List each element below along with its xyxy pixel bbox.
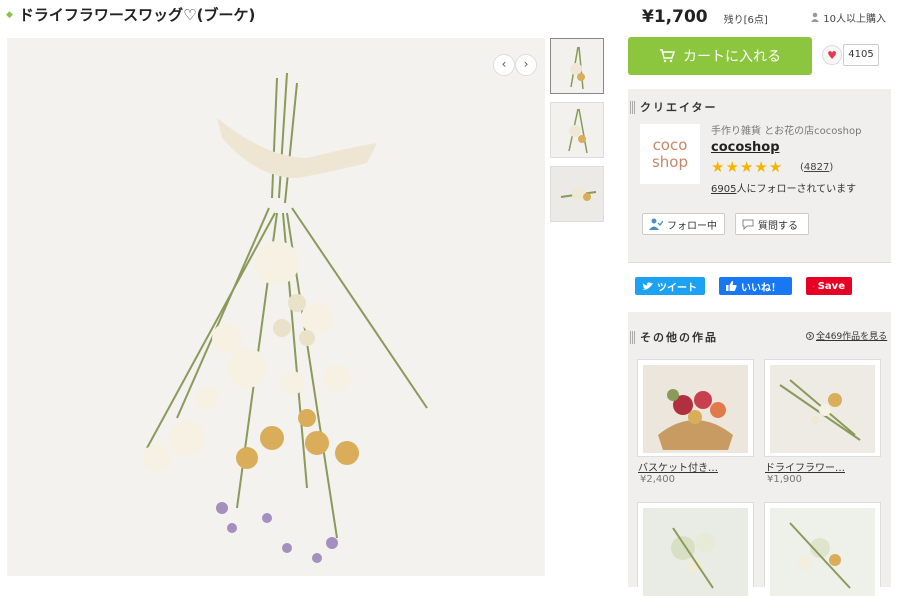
next-image-button[interactable]: ›	[515, 54, 537, 76]
work-price: ¥1,900	[767, 474, 802, 485]
work-title[interactable]: バスケット付き…	[638, 459, 718, 474]
thumbnail-3[interactable]	[550, 166, 604, 222]
cart-icon	[660, 49, 675, 63]
work-image	[770, 365, 875, 453]
arrow-circle-icon	[806, 331, 814, 340]
add-to-cart-button[interactable]: カートに入れる	[628, 37, 812, 75]
see-all-label: 全469作品を見る	[816, 332, 888, 342]
product-price: ¥1,700	[642, 7, 708, 27]
creator-section-header: クリエイター	[630, 99, 718, 115]
thumbnail-1[interactable]	[550, 38, 604, 94]
tweet-button[interactable]: ツイート	[635, 277, 705, 295]
tweet-label: ツイート	[657, 282, 697, 294]
main-product-photo[interactable]	[7, 38, 545, 576]
shop-logo-line2: shop	[651, 153, 689, 171]
follower-info: 6905人にフォローされています	[711, 180, 856, 195]
thumbs-up-icon	[726, 281, 737, 291]
work-image	[643, 508, 748, 596]
work-price: ¥2,400	[640, 474, 675, 485]
save-label: Save	[817, 280, 845, 292]
thumbnail-image	[551, 103, 603, 157]
shop-logo-line1: coco	[652, 136, 688, 154]
favorite-count: 4105	[843, 44, 879, 66]
speech-bubble-icon	[742, 219, 754, 230]
thumbnail-list	[550, 38, 606, 230]
product-title-row: ◆ ドライフラワースワッグ♡(ブーケ)	[6, 4, 255, 25]
thumbnail-2[interactable]	[550, 102, 604, 158]
pinterest-save-button[interactable]: P Save	[806, 277, 852, 295]
shop-name-link[interactable]: cocoshop	[711, 140, 780, 155]
shop-subtitle: 手作り雑貨 とお花の店cocoshop	[711, 126, 862, 137]
like-label: いいね！	[741, 282, 781, 294]
follow-button[interactable]: フォロー中	[642, 213, 725, 235]
ask-question-label: 質問する	[758, 220, 798, 232]
heart-icon: ♥	[827, 48, 837, 62]
review-count[interactable]: (4827)	[800, 162, 833, 173]
work-card[interactable]	[764, 502, 881, 596]
shop-logo[interactable]: coco shop	[640, 124, 700, 184]
thumbnail-image	[551, 167, 603, 221]
favorite-button[interactable]: ♥	[822, 45, 842, 65]
prev-image-button[interactable]: ‹	[493, 54, 515, 76]
flower-bouquet-image	[7, 38, 545, 576]
purchase-count: 10人以上購入	[810, 10, 886, 25]
rating-stars: ★★★★★	[711, 158, 784, 176]
review-paren-close: )	[829, 162, 834, 173]
chevron-right-icon: ›	[523, 57, 529, 71]
price-row: ¥1,700 残り[6点] 10人以上購入	[628, 4, 892, 30]
follow-label: フォロー中	[667, 220, 717, 232]
see-all-works-link[interactable]: 全469作品を見る	[806, 329, 887, 342]
twitter-bird-icon	[642, 281, 653, 290]
other-works-title: その他の作品	[640, 331, 718, 344]
stock-remaining: 残り[6点]	[723, 15, 768, 26]
follower-count-link[interactable]: 6905	[711, 184, 736, 195]
product-title: ドライフラワースワッグ♡(ブーケ)	[18, 6, 256, 24]
creator-section-title: クリエイター	[640, 101, 718, 114]
work-card[interactable]	[637, 502, 754, 596]
work-card[interactable]	[637, 359, 754, 457]
work-image	[770, 508, 875, 596]
diamond-icon: ◆	[6, 9, 13, 20]
thumbnail-image	[551, 39, 603, 93]
add-to-cart-label: カートに入れる	[683, 49, 781, 65]
person-check-icon	[649, 218, 663, 230]
section-bar-icon	[630, 330, 635, 344]
person-icon	[811, 12, 820, 22]
section-bar-icon	[630, 100, 635, 114]
divider	[628, 262, 891, 263]
pinterest-icon: P	[813, 285, 814, 287]
ask-question-button[interactable]: 質問する	[735, 213, 809, 235]
work-card[interactable]	[764, 359, 881, 457]
chevron-left-icon: ‹	[501, 57, 507, 71]
follower-suffix: 人にフォローされています	[736, 184, 857, 195]
purchase-count-text: 10人以上購入	[823, 13, 886, 25]
work-image	[643, 365, 748, 453]
work-title[interactable]: ドライフラワー…	[765, 459, 845, 474]
other-works-header: その他の作品	[630, 329, 718, 345]
facebook-like-button[interactable]: いいね！	[719, 277, 792, 295]
review-count-link[interactable]: 4827	[804, 162, 829, 173]
